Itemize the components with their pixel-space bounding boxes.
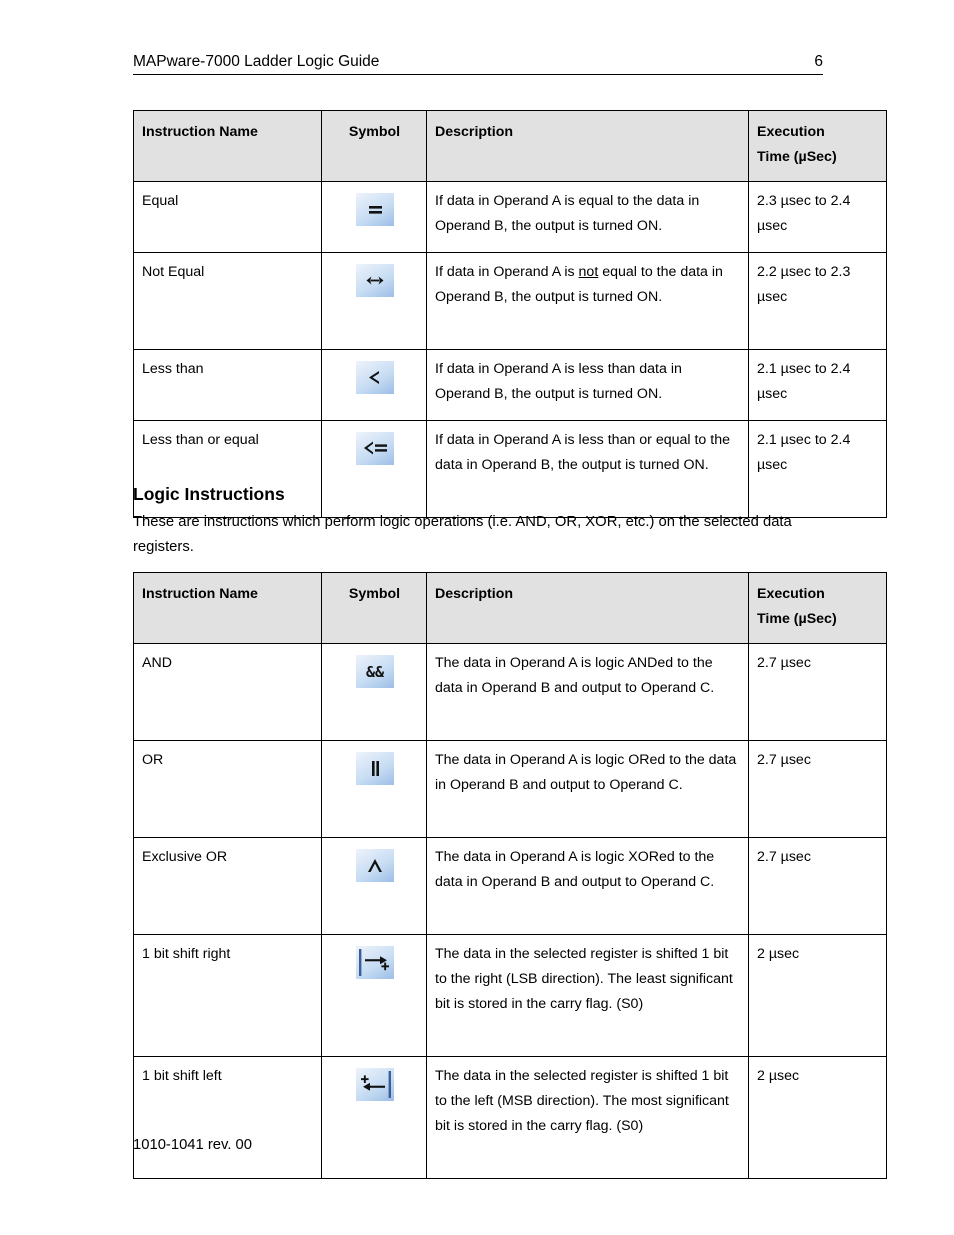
column-header-instruction-name: Instruction Name (133, 110, 322, 182)
table-row: Less than If data in Operand A is less th… (133, 349, 887, 421)
less-than-icon (355, 361, 394, 394)
symbol-cell (321, 349, 427, 421)
section-paragraph-logic-instructions: These are instructions which perform log… (133, 514, 792, 555)
description-cell: The data in Operand A is logic ORed to t… (426, 740, 749, 838)
instruction-name-cell: OR (133, 740, 322, 838)
page-title: MAPware-7000 Ladder Logic Guide (133, 53, 380, 70)
instruction-name-cell: Exclusive OR (133, 837, 322, 935)
symbol-cell (321, 740, 427, 838)
table-header: Instruction Name Symbol Description Exec… (133, 572, 887, 644)
table-header: Instruction Name Symbol Description Exec… (133, 110, 887, 182)
table-header-row: Instruction Name Symbol Description Exec… (133, 110, 887, 182)
instruction-name-cell: Less than (133, 349, 322, 421)
symbol-cell (321, 181, 427, 253)
table-body: AND && The data in Operand A is logic ANDe… (133, 643, 887, 1179)
column-header-description: Description (426, 572, 749, 644)
table-row: Exclusive OR The data in Operand A is log… (133, 837, 887, 935)
execution-time-cell: 2 µsec (748, 934, 887, 1057)
instruction-name-cell: Not Equal (133, 252, 322, 350)
section-heading-logic-instructions: Logic Instructions (133, 484, 285, 504)
svg-text:&&: && (365, 663, 384, 681)
column-header-description: Description (426, 110, 749, 182)
description-cell: The data in Operand A is logic XORed to … (426, 837, 749, 935)
symbol-cell: && (321, 643, 427, 741)
equals-icon (355, 193, 394, 226)
table-row: AND && The data in Operand A is logic ANDe… (133, 643, 887, 741)
description-cell: The data in the selected register is shi… (426, 934, 749, 1057)
column-header-symbol: Symbol (321, 572, 427, 644)
document-page: MAPware-7000 Ladder Logic Guide 6 Instru… (0, 0, 954, 1235)
column-header-instruction-name: Instruction Name (133, 572, 322, 644)
comparison-instructions-table: Instruction Name Symbol Description Exec… (133, 110, 887, 518)
table-row: OR The data in Operand A is logic ORed to… (133, 740, 887, 838)
description-cell: If data in Operand A is less than or equ… (426, 420, 749, 518)
column-header-symbol: Symbol (321, 110, 427, 182)
table-row: 1 bit shift left The data in the selected… (133, 1056, 887, 1179)
execution-time-cell: 2.7 µsec (748, 643, 887, 741)
symbol-cell (321, 1056, 427, 1179)
running-header: MAPware-7000 Ladder Logic Guide 6 (133, 52, 823, 75)
execution-time-cell: 2.2 µsec to 2.3 µsec (748, 252, 887, 350)
execution-time-cell: 2.1 µsec to 2.4 µsec (748, 349, 887, 421)
description-cell: The data in Operand A is logic ANDed to … (426, 643, 749, 741)
symbol-cell (321, 837, 427, 935)
description-cell: If data in Operand A is not equal to the… (426, 252, 749, 350)
column-header-execution-time: Execution Time (µSec) (748, 110, 887, 182)
table-row: 1 bit shift right The data in the selecte… (133, 934, 887, 1057)
instruction-name-cell: 1 bit shift left (133, 1056, 322, 1179)
emphasis-not: not (578, 264, 599, 280)
table-row: Not Equal If data in Operand A is not equ… (133, 252, 887, 350)
not-equal-icon (355, 264, 394, 297)
page-number: 6 (814, 53, 823, 70)
instruction-name-cell: Equal (133, 181, 322, 253)
table-row: Equal If data in Operand A is equal to th… (133, 181, 887, 253)
document-footer: 1010-1041 rev. 00 (133, 1137, 253, 1153)
shift-right-icon (355, 946, 394, 979)
description-cell: If data in Operand A is equal to the dat… (426, 181, 749, 253)
execution-time-cell: 2.7 µsec (748, 837, 887, 935)
symbol-cell (321, 934, 427, 1057)
column-header-execution-line1: Execution (757, 586, 825, 602)
execution-time-cell: 2 µsec (748, 1056, 887, 1179)
column-header-execution-line2: Time (µSec) (757, 149, 837, 165)
execution-time-cell: 2.1 µsec to 2.4 µsec (748, 420, 887, 518)
execution-time-cell: 2.7 µsec (748, 740, 887, 838)
instruction-name-cell: 1 bit shift right (133, 934, 322, 1057)
symbol-cell (321, 420, 427, 518)
less-than-or-equal-icon (355, 432, 394, 465)
symbol-cell (321, 252, 427, 350)
shift-left-icon (355, 1068, 394, 1101)
description-cell: The data in the selected register is shi… (426, 1056, 749, 1179)
column-header-execution-line1: Execution (757, 124, 825, 140)
logical-or-icon (355, 752, 394, 785)
description-cell: If data in Operand A is less than data i… (426, 349, 749, 421)
column-header-execution-line2: Time (µSec) (757, 611, 837, 627)
table-header-row: Instruction Name Symbol Description Exec… (133, 572, 887, 644)
logic-instructions-table: Instruction Name Symbol Description Exec… (133, 572, 887, 1179)
logical-and-icon: && (355, 655, 394, 688)
table-body: Equal If data in Operand A is equal to th… (133, 181, 887, 518)
logical-xor-icon (355, 849, 394, 882)
column-header-execution-time: Execution Time (µSec) (748, 572, 887, 644)
execution-time-cell: 2.3 µsec to 2.4 µsec (748, 181, 887, 253)
instruction-name-cell: AND (133, 643, 322, 741)
